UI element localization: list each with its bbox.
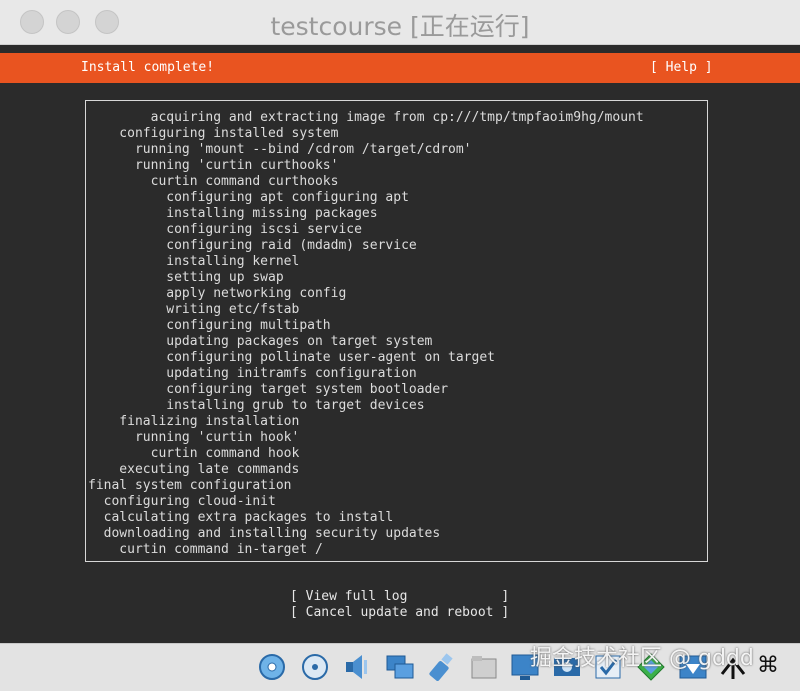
command-key-icon: ⌘ xyxy=(757,653,779,678)
log-line: writing etc/fstab xyxy=(88,302,300,317)
log-line: calculating extra packages to install xyxy=(88,510,394,525)
install-log-box[interactable]: acquiring and extracting image from cp:/… xyxy=(85,100,708,562)
log-line: curtin command hook xyxy=(88,446,300,461)
cancel-update-reboot-button[interactable]: [ Cancel update and reboot ] xyxy=(290,605,509,620)
log-line: updating initramfs configuration xyxy=(88,366,417,381)
watermark: 掘金技术社区 @ gddd xyxy=(530,646,754,671)
log-line: executing late commands xyxy=(88,462,300,477)
log-line: updating packages on target system xyxy=(88,334,433,349)
log-line: running 'curtin curthooks' xyxy=(88,158,339,173)
view-full-log-button[interactable]: [ View full log ] xyxy=(290,589,509,604)
network-icon[interactable] xyxy=(385,652,415,682)
log-line: installing kernel xyxy=(88,254,300,269)
usb-icon[interactable] xyxy=(427,652,457,682)
log-line: configuring apt configuring apt xyxy=(88,190,409,205)
log-line: downloading and installing security upda… xyxy=(88,526,441,541)
log-line: configuring multipath xyxy=(88,318,331,333)
log-line: configuring iscsi service xyxy=(88,222,362,237)
shared-folder-icon[interactable] xyxy=(469,652,499,682)
log-line: configuring pollinate user-agent on targ… xyxy=(88,350,495,365)
log-line: finalizing installation xyxy=(88,414,300,429)
hard-disk-icon[interactable] xyxy=(257,652,287,682)
audio-icon[interactable] xyxy=(342,652,372,682)
log-line: curtin command in-target / xyxy=(88,542,323,557)
log-line: running 'mount --bind /cdrom /target/cdr… xyxy=(88,142,472,157)
log-line: installing grub to target devices xyxy=(88,398,425,413)
log-line: configuring installed system xyxy=(88,126,339,141)
vm-window: testcourse [正在运行] Install complete! [ He… xyxy=(0,0,800,691)
log-line: apply networking config xyxy=(88,286,347,301)
log-line: running 'curtin hook' xyxy=(88,430,300,445)
log-line: configuring target system bootloader xyxy=(88,382,449,397)
log-line: final system configuration xyxy=(88,478,292,493)
log-line: acquiring and extracting image from cp:/… xyxy=(88,110,644,125)
install-status: Install complete! xyxy=(81,60,215,75)
log-line: configuring cloud-init xyxy=(88,494,276,509)
log-line: configuring raid (mdadm) service xyxy=(88,238,417,253)
help-button[interactable]: [ Help ] xyxy=(650,60,713,75)
log-line: setting up swap xyxy=(88,270,284,285)
window-title: testcourse [正在运行] xyxy=(270,12,530,41)
title-bar: testcourse [正在运行] xyxy=(0,0,800,45)
optical-disk-icon[interactable] xyxy=(300,652,330,682)
log-line: installing missing packages xyxy=(88,206,378,221)
vm-screen: Install complete! [ Help ] acquiring and… xyxy=(0,45,800,643)
installer-header: Install complete! [ Help ] xyxy=(0,53,800,83)
log-line: curtin command curthooks xyxy=(88,174,339,189)
